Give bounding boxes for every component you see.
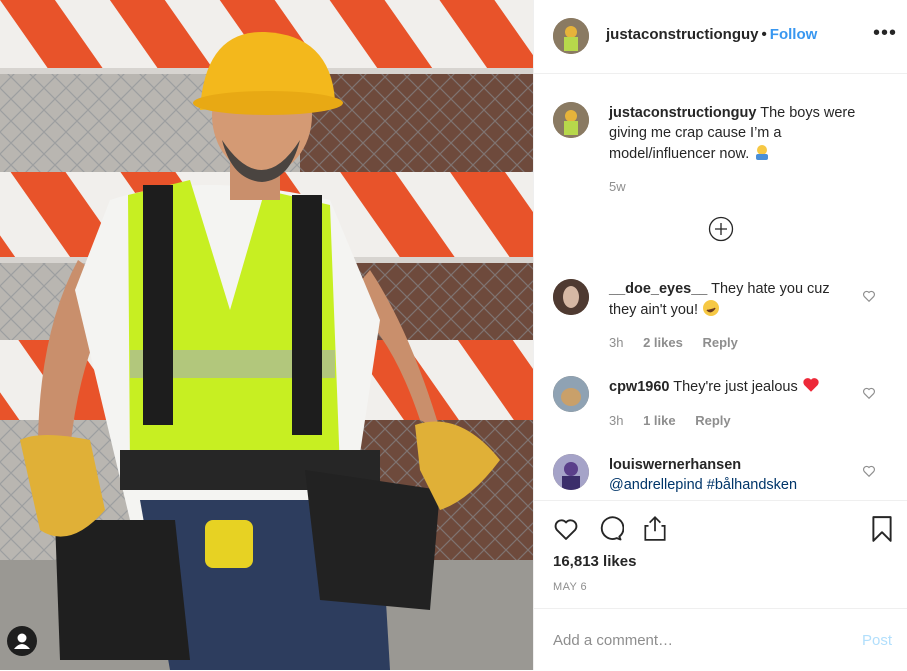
reply-button[interactable]: Reply — [702, 335, 737, 350]
commenter-avatar[interactable] — [553, 279, 589, 315]
comment-likes[interactable]: 1 like — [643, 413, 676, 428]
add-comment-bar: Add a comment… Post — [534, 608, 907, 671]
separator-dot: • — [761, 26, 767, 43]
comment-username[interactable]: __doe_eyes__ — [609, 281, 707, 297]
bookmark-icon[interactable] — [870, 515, 894, 543]
comment-like-heart-icon[interactable] — [862, 464, 876, 478]
comment-input[interactable]: Add a comment… — [553, 632, 673, 649]
comment-likes[interactable]: 2 likes — [643, 335, 683, 350]
load-more-icon[interactable] — [708, 216, 734, 242]
post-button[interactable]: Post — [862, 632, 892, 649]
follow-button[interactable]: Follow — [770, 26, 818, 43]
comment-text: They're just jealous — [673, 379, 798, 395]
comment-meta: 3h 2 likes Reply — [609, 335, 754, 350]
post-photo[interactable] — [0, 0, 533, 670]
caption-meta: 5w — [609, 179, 642, 194]
comment-username[interactable]: louiswernerhansen — [609, 457, 741, 473]
comment-1: __doe_eyes__ They hate you cuz they ain'… — [609, 279, 854, 323]
post-date[interactable]: MAY 6 — [553, 581, 587, 593]
comment-meta: 3h 1 like Reply — [609, 413, 747, 428]
red-heart-emoji-icon — [802, 376, 820, 400]
reply-button[interactable]: Reply — [695, 413, 730, 428]
post-sidebar: justaconstructionguy • Follow ••• justacon… — [533, 0, 907, 670]
commenter-avatar[interactable] — [553, 454, 589, 490]
hashtag-link[interactable]: #bålhandsken — [707, 477, 797, 493]
instagram-post-view: justaconstructionguy • Follow ••• justacon… — [0, 0, 907, 670]
comment-time[interactable]: 3h — [609, 413, 623, 428]
comment-icon[interactable] — [596, 515, 624, 543]
comment-like-heart-icon[interactable] — [862, 289, 876, 303]
comment-time[interactable]: 3h — [609, 335, 623, 350]
comment-like-heart-icon[interactable] — [862, 386, 876, 400]
caption-username[interactable]: justaconstructionguy — [609, 105, 756, 121]
user-tag-icon[interactable] — [7, 626, 37, 656]
caption: justaconstructionguy The boys were givin… — [609, 103, 879, 167]
header-identity: justaconstructionguy • Follow — [606, 26, 817, 43]
author-avatar[interactable] — [553, 18, 589, 54]
more-icon[interactable]: ••• — [873, 22, 897, 45]
construction-worker-photo — [0, 0, 533, 670]
author-username[interactable]: justaconstructionguy — [606, 26, 759, 43]
comment-username[interactable]: cpw1960 — [609, 379, 669, 395]
person-shrugging-emoji-icon — [753, 143, 771, 167]
caption-time[interactable]: 5w — [609, 179, 626, 194]
caption-avatar[interactable] — [553, 102, 589, 138]
rolling-laughing-emoji-icon — [702, 299, 720, 323]
commenter-avatar[interactable] — [553, 376, 589, 412]
heart-icon[interactable] — [552, 515, 580, 543]
mention-link[interactable]: @andrellepind — [609, 477, 703, 493]
comment-2: cpw1960 They're just jealous — [609, 376, 854, 400]
comment-3: louiswernerhansen @andrellepind #bålhand… — [609, 455, 854, 495]
share-icon[interactable] — [642, 514, 668, 542]
post-header: justaconstructionguy • Follow ••• — [534, 0, 907, 74]
like-count[interactable]: 16,813 likes — [553, 553, 636, 570]
